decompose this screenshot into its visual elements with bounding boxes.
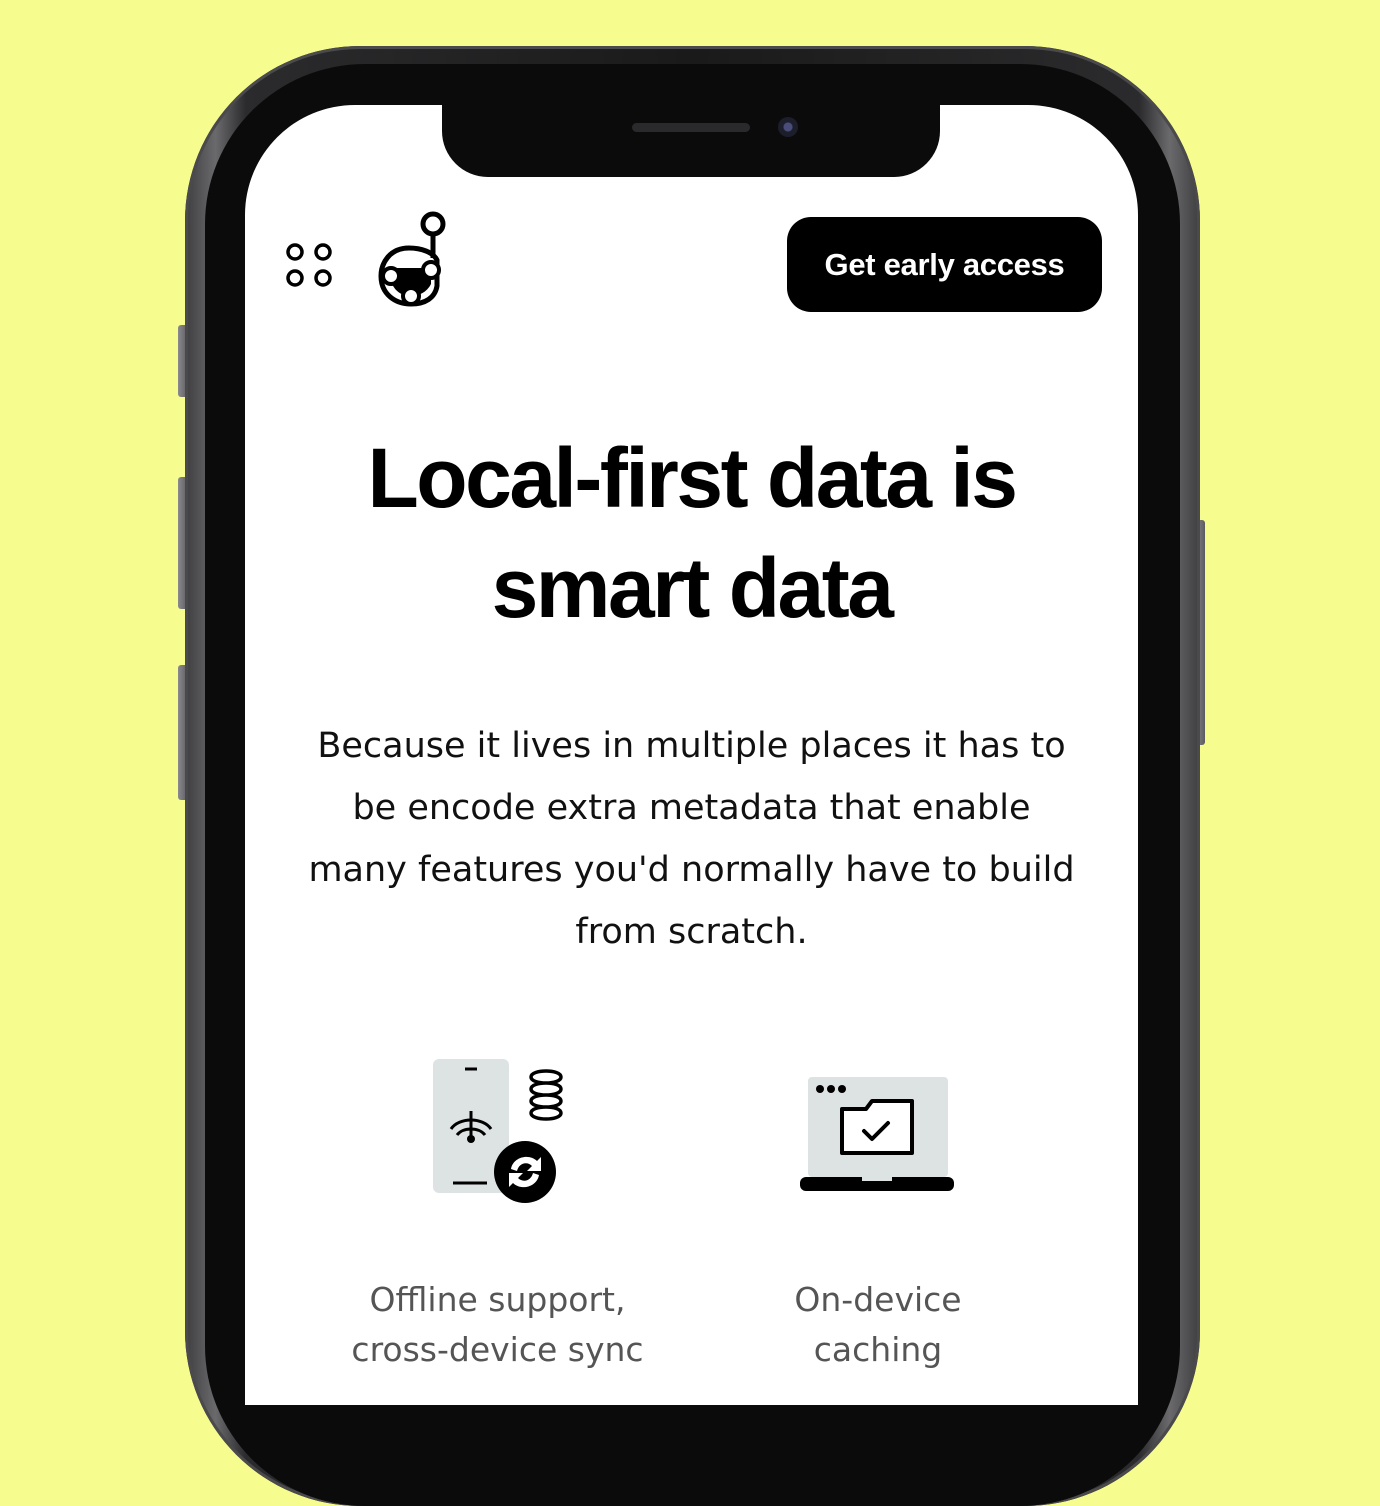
app-grid-icon[interactable] [285, 241, 339, 289]
speaker-grille [632, 123, 750, 132]
feature-cache-label: On-device caching [733, 1275, 1023, 1375]
feature-offline-sync: Offline support, cross-device sync [325, 1055, 670, 1375]
graph-node-logo-icon[interactable] [375, 210, 451, 310]
get-early-access-button[interactable]: Get early access [787, 217, 1102, 312]
feature-cache-label-line-1: On-device [794, 1280, 962, 1319]
feature-offline-label-line-1: Offline support, [369, 1280, 626, 1319]
front-camera [778, 117, 798, 137]
hero-title-line-1: Local-first data is [367, 431, 1018, 525]
feature-on-device-caching: On-device caching [733, 1055, 1023, 1375]
phone-sync-offline-icon [432, 1059, 563, 1203]
feature-offline-label: Offline support, cross-device sync [325, 1275, 670, 1375]
phone-notch [442, 105, 940, 177]
laptop-folder-check-icon [800, 1077, 954, 1191]
phone-screen: Get early access Local-first data is sma… [245, 105, 1138, 1405]
hero-description: Because it lives in multiple places it h… [308, 726, 1075, 952]
hero-title: Local-first data is smart data [245, 423, 1138, 643]
hero-title-line-2: smart data [491, 541, 894, 635]
